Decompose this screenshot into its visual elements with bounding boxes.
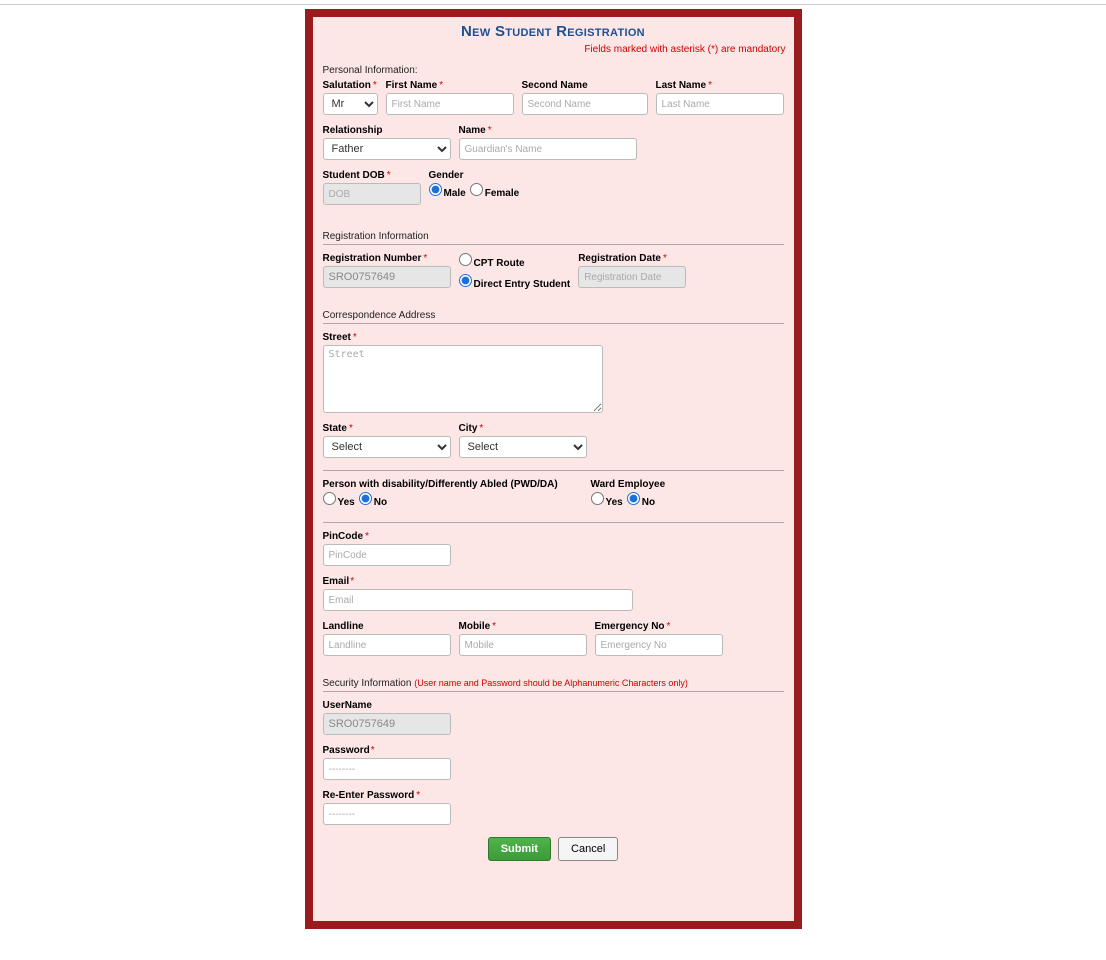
pincode-input[interactable] (323, 544, 451, 566)
label-first-name: First Name* (386, 80, 514, 91)
last-name-input[interactable] (656, 93, 784, 115)
label-ward: Ward Employee (591, 479, 666, 490)
mobile-input[interactable] (459, 634, 587, 656)
label-street: Street* (323, 332, 603, 343)
reenter-password-input[interactable] (323, 803, 451, 825)
label-emergency: Emergency No* (595, 621, 723, 632)
label-password: Password* (323, 745, 451, 756)
label-pwd: Person with disability/Differently Abled… (323, 479, 583, 490)
mandatory-note: Fields marked with asterisk (*) are mand… (313, 42, 794, 61)
guardian-name-input[interactable] (459, 138, 637, 160)
gender-female-option[interactable]: Female (470, 183, 519, 199)
label-second-name: Second Name (522, 80, 648, 91)
ward-no-option[interactable]: No (627, 492, 655, 508)
second-name-input[interactable] (522, 93, 648, 115)
cpt-route-option[interactable]: CPT Route (459, 253, 525, 269)
landline-input[interactable] (323, 634, 451, 656)
label-city: City* (459, 423, 587, 434)
gender-male-option[interactable]: Male (429, 183, 466, 199)
label-reg-date: Registration Date* (578, 253, 686, 264)
reg-number-input (323, 266, 451, 288)
username-input (323, 713, 451, 735)
cancel-button[interactable]: Cancel (558, 837, 618, 861)
page-title: New Student Registration (313, 17, 794, 42)
section-correspondence: Correspondence Address (323, 304, 784, 324)
label-relationship: Relationship (323, 125, 451, 136)
label-email: Email* (323, 576, 633, 587)
section-registration: Registration Information (323, 225, 784, 245)
label-pincode: PinCode* (323, 531, 451, 542)
label-student-dob: Student DOB* (323, 170, 421, 181)
label-salutation: Salutation* (323, 80, 378, 91)
section-security: Security Information (User name and Pass… (323, 672, 784, 692)
reg-date-input[interactable] (578, 266, 686, 288)
label-username: UserName (323, 700, 451, 711)
salutation-select[interactable]: Mr (323, 93, 378, 115)
pwd-yes-option[interactable]: Yes (323, 492, 355, 508)
label-last-name: Last Name* (656, 80, 784, 91)
state-select[interactable]: Select (323, 436, 451, 458)
submit-button[interactable]: Submit (488, 837, 551, 861)
label-guardian-name: Name* (459, 125, 637, 136)
email-input[interactable] (323, 589, 633, 611)
label-gender: Gender (429, 170, 520, 181)
label-state: State* (323, 423, 451, 434)
section-personal: Personal Information: (313, 61, 794, 78)
first-name-input[interactable] (386, 93, 514, 115)
city-select[interactable]: Select (459, 436, 587, 458)
label-reg-number: Registration Number* (323, 253, 451, 264)
relationship-select[interactable]: Father (323, 138, 451, 160)
label-landline: Landline (323, 621, 451, 632)
street-textarea[interactable] (323, 345, 603, 413)
password-input[interactable] (323, 758, 451, 780)
label-mobile: Mobile* (459, 621, 587, 632)
form-container: New Student Registration Fields marked w… (305, 9, 802, 929)
label-reenter-password: Re-Enter Password* (323, 790, 451, 801)
dob-input[interactable] (323, 183, 421, 205)
direct-entry-option[interactable]: Direct Entry Student (459, 274, 571, 290)
emergency-input[interactable] (595, 634, 723, 656)
ward-yes-option[interactable]: Yes (591, 492, 623, 508)
pwd-no-option[interactable]: No (359, 492, 387, 508)
